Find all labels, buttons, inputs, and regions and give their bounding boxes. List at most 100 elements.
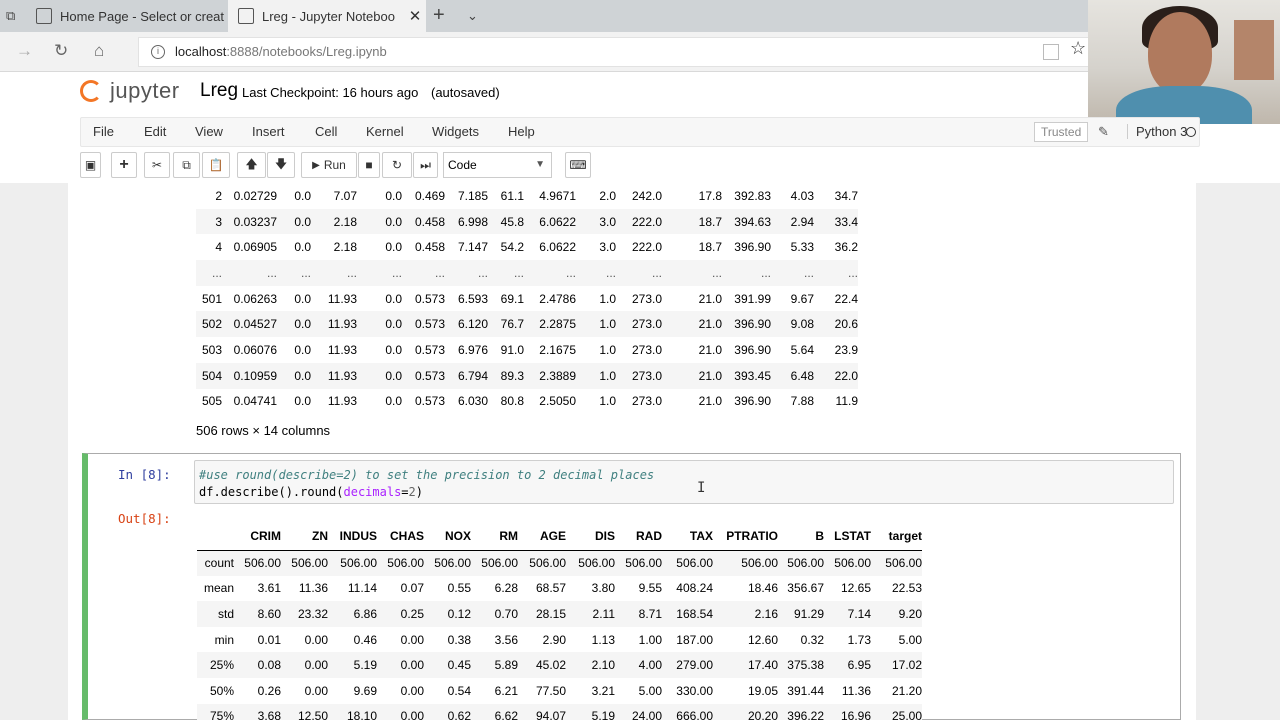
- table-row: 503 0.06076 0.0 11.93 0.0 0.573 6.976 91.0 2.167…: [196, 337, 858, 363]
- notebook-scroll-area[interactable]: 2 0.02729 0.0 7.07 0.0 0.469 7.185 61.1 4.9671 2.…: [0, 183, 1280, 720]
- menu-cell[interactable]: Cell: [315, 124, 337, 139]
- column-header: target: [871, 523, 922, 551]
- interrupt-button[interactable]: ■: [358, 152, 380, 178]
- table-cell: 506.00: [518, 550, 566, 576]
- notebook-name[interactable]: Lreg: [200, 80, 238, 102]
- table-cell: 0.0: [357, 337, 402, 363]
- table-cell: 0.02729: [222, 183, 277, 209]
- close-icon[interactable]: ✕: [404, 7, 426, 25]
- webcam-overlay: [1088, 0, 1280, 124]
- code-cell-selected[interactable]: In [8]: #use round(describe=2) to set th…: [82, 453, 1181, 720]
- url-input[interactable]: i localhost:8888/notebooks/Lreg.ipynb: [138, 37, 1098, 67]
- menu-file[interactable]: File: [93, 124, 114, 139]
- row-index: 502: [196, 311, 222, 338]
- table-cell: ...: [662, 260, 722, 286]
- table-cell: 3.56: [471, 626, 518, 653]
- table-cell: 0.38: [424, 626, 471, 653]
- browser-tab-lreg[interactable]: Lreg - Jupyter Noteboo ✕: [228, 0, 426, 32]
- table-row: 75% 3.68 12.50 18.10 0.00 0.62 6.62 94.07 5.19 24…: [197, 703, 922, 720]
- page-icon: [36, 8, 52, 24]
- table-cell: 69.1: [488, 285, 524, 312]
- insert-cell-button[interactable]: +: [111, 152, 137, 178]
- chevron-down-icon[interactable]: ⌄: [467, 8, 478, 24]
- run-button[interactable]: ▶ Run: [301, 152, 357, 178]
- table-cell: 0.458: [402, 208, 445, 235]
- table-cell: 0.00: [377, 677, 424, 704]
- table-cell: 0.573: [402, 337, 445, 363]
- code-editor[interactable]: #use round(describe=2) to set the precis…: [194, 460, 1174, 504]
- table-cell: 3.0: [576, 234, 616, 261]
- table-cell: 1.00: [615, 626, 662, 653]
- info-icon[interactable]: i: [151, 45, 165, 59]
- paste-button[interactable]: 📋: [202, 152, 230, 178]
- refresh-button[interactable]: ↻: [54, 41, 68, 61]
- text-cursor-icon: I: [697, 480, 706, 496]
- column-header: TAX: [662, 523, 713, 551]
- table-cell: 45.8: [488, 208, 524, 235]
- trusted-badge[interactable]: Trusted: [1034, 122, 1089, 142]
- restart-button[interactable]: ↻: [382, 152, 412, 178]
- menu-kernel[interactable]: Kernel: [366, 124, 404, 139]
- page-icon: [238, 8, 254, 24]
- url-host: localhost: [175, 44, 227, 59]
- browser-tab-home[interactable]: Home Page - Select or creat: [30, 0, 226, 32]
- table-cell: 273.0: [616, 311, 662, 338]
- table-cell: 91.0: [488, 337, 524, 363]
- table-cell: 91.29: [778, 601, 824, 627]
- menu-view[interactable]: View: [195, 124, 223, 139]
- table-cell: 0.03237: [222, 208, 277, 235]
- arrow-up-icon: 🡅: [245, 156, 258, 171]
- table-cell: ...: [277, 260, 311, 286]
- table-cell: 0.04527: [222, 311, 277, 338]
- pencil-icon[interactable]: ✎: [1098, 124, 1109, 140]
- jupyter-logo-text: jupyter: [110, 78, 180, 103]
- column-header: DIS: [566, 523, 615, 551]
- table-cell: 21.20: [871, 677, 922, 704]
- table-cell: 6.48: [771, 362, 814, 389]
- new-tab-button[interactable]: +: [433, 4, 445, 27]
- table-cell: 0.06263: [222, 285, 277, 312]
- table-row: ........................................…: [196, 260, 858, 286]
- table-cell: 0.04741: [222, 388, 277, 415]
- table-cell: ...: [311, 260, 357, 286]
- table-cell: 0.0: [357, 234, 402, 261]
- table-cell: 330.00: [662, 677, 713, 704]
- move-up-button[interactable]: 🡅: [237, 152, 266, 178]
- table-cell: 76.7: [488, 311, 524, 338]
- table-cell: ...: [524, 260, 576, 286]
- command-palette-button[interactable]: ⌨: [565, 152, 591, 178]
- plus-icon: +: [119, 156, 129, 173]
- restart-run-all-button[interactable]: ⏭: [413, 152, 438, 178]
- table-cell: 11.93: [311, 362, 357, 389]
- table-cell: 0.46: [328, 626, 377, 653]
- back-button[interactable]: →: [16, 41, 33, 61]
- table-cell: 6.120: [445, 311, 488, 338]
- table-cell: 6.030: [445, 388, 488, 415]
- column-header: INDUS: [328, 523, 377, 551]
- table-cell: 0.0: [277, 388, 311, 415]
- reading-view-icon[interactable]: [1043, 44, 1059, 60]
- table-cell: 94.07: [518, 703, 566, 720]
- menu-help[interactable]: Help: [508, 124, 535, 139]
- table-cell: 222.0: [616, 208, 662, 235]
- home-button[interactable]: ⌂: [94, 41, 104, 61]
- tab-preview-icon[interactable]: ⧉: [6, 8, 15, 24]
- move-down-button[interactable]: 🡇: [267, 152, 295, 178]
- menu-widgets[interactable]: Widgets: [432, 124, 479, 139]
- cell-type-select[interactable]: Code ▼: [443, 152, 552, 178]
- star-icon[interactable]: ☆: [1070, 38, 1086, 59]
- table-cell: 0.25: [377, 601, 424, 627]
- table-row: mean 3.61 11.36 11.14 0.07 0.55 6.28 68.57 3.80 9…: [197, 575, 922, 602]
- stop-icon: ■: [365, 158, 373, 172]
- menu-insert[interactable]: Insert: [252, 124, 285, 139]
- fast-forward-icon: ⏭: [420, 157, 431, 172]
- menu-edit[interactable]: Edit: [144, 124, 166, 139]
- save-button[interactable]: ▣: [80, 152, 101, 178]
- table-cell: 0.01: [234, 626, 281, 653]
- table-row: std 8.60 23.32 6.86 0.25 0.12 0.70 28.15 2.11 8.7…: [197, 601, 922, 627]
- copy-button[interactable]: ⧉: [173, 152, 200, 178]
- cut-button[interactable]: ✂: [144, 152, 170, 178]
- table-cell: 396.90: [722, 234, 771, 261]
- jupyter-logo[interactable]: jupyter: [80, 78, 180, 104]
- url-text[interactable]: localhost:8888/notebooks/Lreg.ipynb: [175, 44, 387, 59]
